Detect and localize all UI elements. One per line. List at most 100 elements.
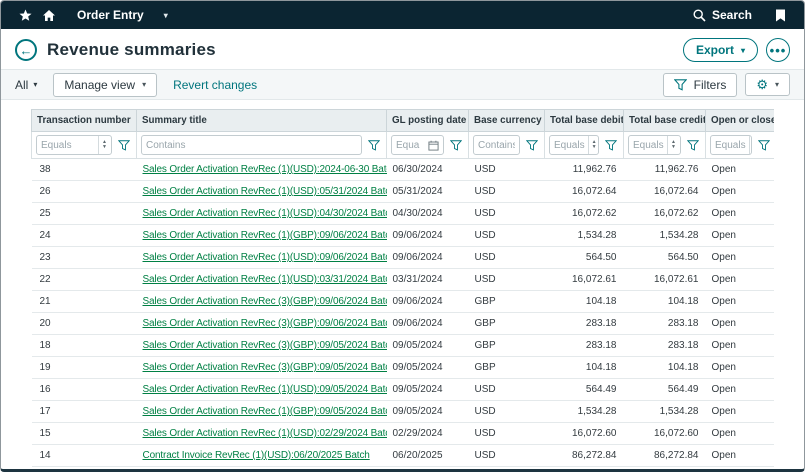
summary-title-link[interactable]: Sales Order Activation RevRec (1)(GBP):0…: [143, 406, 387, 417]
gear-icon: ⚙: [756, 78, 768, 91]
open-or-closed-filter-select[interactable]: Equals ▲▼: [710, 135, 752, 155]
manage-view-label: Manage view: [64, 78, 135, 92]
filter-operator-label: Equals: [554, 140, 585, 151]
col-header-open-or-closed[interactable]: Open or closed: [706, 110, 775, 132]
base-currency-cell: USD: [469, 203, 545, 225]
total-base-credit-cell: 1,534.28: [624, 225, 706, 247]
transaction-number-funnel-icon[interactable]: [116, 140, 132, 151]
summary-title-link[interactable]: Sales Order Activation RevRec (3)(GBP):0…: [143, 340, 387, 351]
filter-operator-label: Equals: [715, 140, 746, 151]
summary-title-link[interactable]: Sales Order Activation RevRec (1)(USD):2…: [143, 164, 387, 175]
summary-title-filter-input[interactable]: [141, 135, 362, 155]
summary-title-cell: Sales Order Activation RevRec (1)(USD):0…: [137, 269, 387, 291]
summary-title-link[interactable]: Sales Order Activation RevRec (1)(USD):0…: [143, 428, 387, 439]
transaction-number-cell: 23: [32, 247, 137, 269]
summary-title-link[interactable]: Sales Order Activation RevRec (1)(GBP):0…: [143, 230, 387, 241]
col-header-base-currency[interactable]: Base currency: [469, 110, 545, 132]
summary-title-link[interactable]: Sales Order Activation RevRec (3)(GBP):0…: [143, 362, 387, 373]
view-selector-all[interactable]: All ▾: [15, 78, 37, 92]
base-currency-cell: USD: [469, 445, 545, 467]
total-base-credit-cell: 16,072.62: [624, 203, 706, 225]
total-base-credit-filter-select[interactable]: Equals ▲▼: [628, 135, 681, 155]
table-row: 16 Sales Order Activation RevRec (1)(USD…: [32, 379, 775, 401]
total-base-debit-funnel-icon[interactable]: [603, 140, 619, 151]
total-base-credit-cell: 564.49: [624, 379, 706, 401]
table-row: 25 Sales Order Activation RevRec (1)(USD…: [32, 203, 775, 225]
revert-changes-link[interactable]: Revert changes: [173, 78, 257, 92]
total-base-debit-cell: 16,072.64: [545, 181, 624, 203]
col-header-gl-posting-date[interactable]: GL posting date: [387, 110, 469, 132]
filter-cell-summary-title: [137, 132, 387, 159]
summary-title-funnel-icon[interactable]: [366, 140, 382, 151]
total-base-debit-cell: 11,962.76: [545, 159, 624, 181]
total-base-credit-cell: 1,534.28: [624, 401, 706, 423]
transaction-number-filter-select[interactable]: Equals ▲▼: [36, 135, 112, 155]
total-base-debit-cell: 564.49: [545, 379, 624, 401]
col-header-summary-title[interactable]: Summary title: [137, 110, 387, 132]
summary-title-link[interactable]: Sales Order Activation RevRec (1)(USD):0…: [143, 252, 387, 263]
chevron-down-icon: ▾: [142, 80, 146, 89]
total-base-debit-cell: 104.18: [545, 291, 624, 313]
base-currency-filter-input[interactable]: [473, 135, 520, 155]
open-or-closed-cell: Open: [706, 291, 775, 313]
base-currency-cell: GBP: [469, 357, 545, 379]
transaction-number-cell: 18: [32, 335, 137, 357]
home-icon[interactable]: [37, 1, 61, 29]
filter-cell-total-base-debit: Equals ▲▼: [545, 132, 624, 159]
gl-posting-date-cell: 09/05/2024: [387, 357, 469, 379]
filters-button-label: Filters: [694, 78, 727, 92]
filters-button[interactable]: Filters: [663, 73, 738, 97]
gl-posting-date-cell: 09/06/2024: [387, 247, 469, 269]
top-navigation-bar: Order Entry ▾ Search: [1, 1, 804, 29]
summary-title-cell: Sales Order Activation RevRec (1)(USD):0…: [137, 423, 387, 445]
summary-title-link[interactable]: Sales Order Activation RevRec (1)(USD):0…: [143, 208, 387, 219]
table-row: 22 Sales Order Activation RevRec (1)(USD…: [32, 269, 775, 291]
funnel-icon: [674, 79, 687, 91]
back-button[interactable]: ←: [15, 39, 37, 61]
page-title: Revenue summaries: [47, 40, 216, 60]
select-arrows-icon: ▲▼: [588, 136, 597, 154]
base-currency-cell: USD: [469, 159, 545, 181]
global-search[interactable]: Search: [693, 8, 752, 22]
export-button[interactable]: Export ▾: [683, 38, 758, 62]
more-actions-button[interactable]: •••: [766, 38, 790, 62]
summary-title-cell: Sales Order Activation RevRec (3)(GBP):0…: [137, 357, 387, 379]
open-or-closed-cell: Open: [706, 181, 775, 203]
gl-posting-date-cell: 02/29/2024: [387, 423, 469, 445]
col-header-total-base-credit[interactable]: Total base credit: [624, 110, 706, 132]
column-header-row: Transaction number Summary title GL post…: [32, 110, 775, 132]
summary-title-link[interactable]: Sales Order Activation RevRec (1)(USD):0…: [143, 274, 387, 285]
table-row: 23 Sales Order Activation RevRec (1)(USD…: [32, 247, 775, 269]
filter-cell-base-currency: [469, 132, 545, 159]
table-row: 20 Sales Order Activation RevRec (3)(GBP…: [32, 313, 775, 335]
base-currency-funnel-icon[interactable]: [524, 140, 540, 151]
total-base-credit-cell: 283.18: [624, 313, 706, 335]
transaction-number-cell: 26: [32, 181, 137, 203]
open-or-closed-funnel-icon[interactable]: [756, 140, 772, 151]
summary-title-link[interactable]: Contract Invoice RevRec (1)(USD):06/20/2…: [143, 450, 370, 461]
total-base-credit-cell: 11,962.76: [624, 159, 706, 181]
total-base-credit-cell: 104.18: [624, 357, 706, 379]
bookmark-icon[interactable]: [768, 1, 792, 29]
gl-posting-date-filter-input[interactable]: Equa: [391, 135, 444, 155]
total-base-debit-filter-select[interactable]: Equals ▲▼: [549, 135, 599, 155]
manage-view-button[interactable]: Manage view ▾: [53, 73, 157, 97]
total-base-debit-cell: 16,072.60: [545, 423, 624, 445]
total-base-credit-funnel-icon[interactable]: [685, 140, 701, 151]
list-settings-button[interactable]: ⚙ ▾: [745, 73, 790, 96]
filter-operator-label: Equa: [396, 140, 419, 151]
revenue-summaries-table: Transaction number Summary title GL post…: [31, 109, 774, 469]
summary-title-link[interactable]: Sales Order Activation RevRec (3)(GBP):0…: [143, 296, 387, 307]
summary-title-link[interactable]: Sales Order Activation RevRec (3)(GBP):0…: [143, 318, 387, 329]
open-or-closed-cell: Open: [706, 357, 775, 379]
col-header-transaction-number[interactable]: Transaction number: [32, 110, 137, 132]
summary-title-cell: Sales Order Activation RevRec (1)(USD):0…: [137, 247, 387, 269]
summary-title-link[interactable]: Sales Order Activation RevRec (1)(USD):0…: [143, 186, 387, 197]
col-header-total-base-debit[interactable]: Total base debit: [545, 110, 624, 132]
gl-posting-date-funnel-icon[interactable]: [448, 140, 464, 151]
favorites-star-icon[interactable]: [13, 1, 37, 29]
module-selector[interactable]: Order Entry ▾: [77, 8, 168, 22]
summary-title-link[interactable]: Sales Order Activation RevRec (1)(USD):0…: [143, 384, 387, 395]
summary-title-cell: Sales Order Activation RevRec (3)(GBP):0…: [137, 313, 387, 335]
select-arrows-icon: ▲▼: [667, 136, 676, 154]
